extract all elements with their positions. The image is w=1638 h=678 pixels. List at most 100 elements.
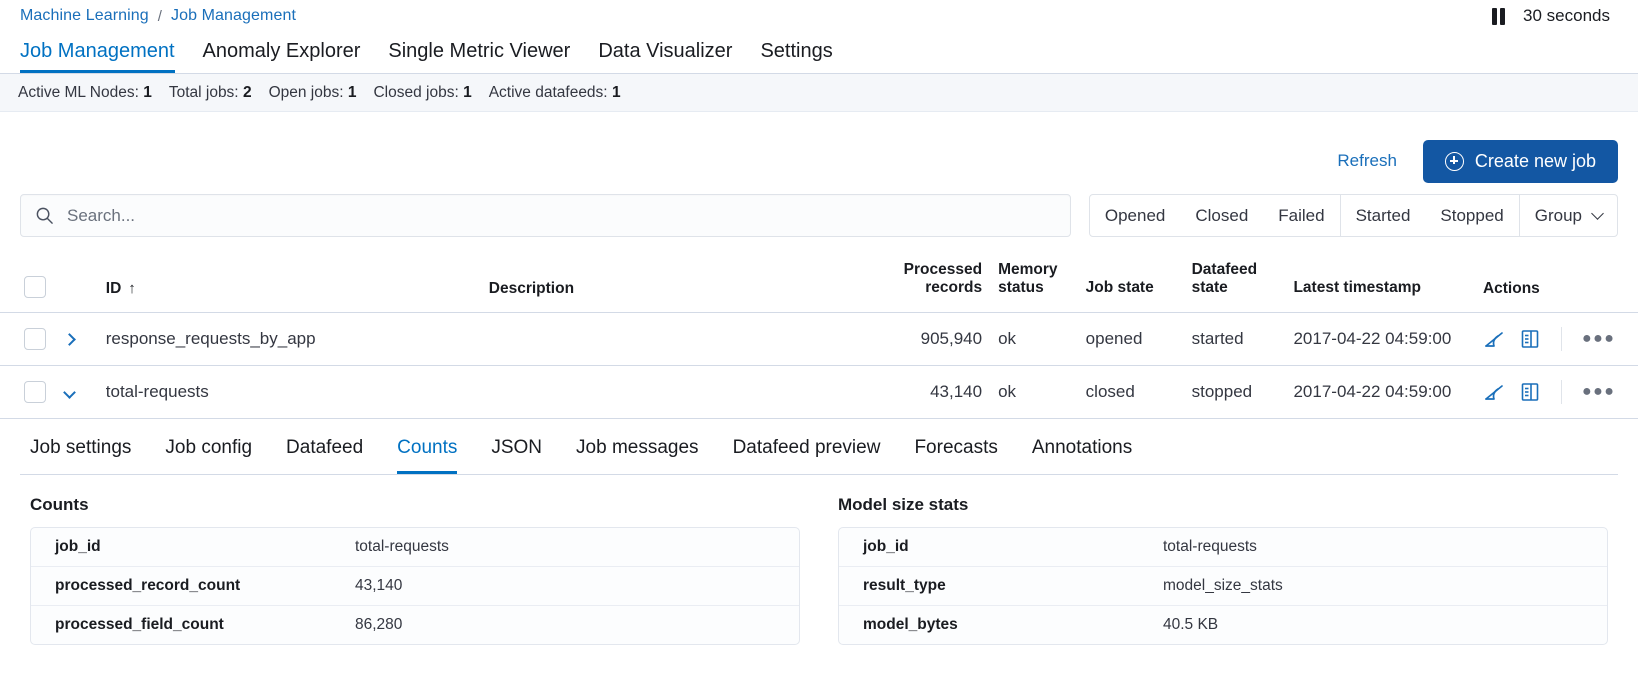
sort-ascending-icon: ↑: [128, 281, 136, 296]
subtab-job-settings[interactable]: Job settings: [30, 437, 131, 474]
filter-stopped[interactable]: Stopped: [1425, 195, 1518, 236]
table-view-icon[interactable]: [1519, 328, 1541, 350]
plus-circle-icon: [1445, 152, 1464, 171]
stat-value: 1: [348, 84, 357, 101]
counts-value: total-requests: [355, 538, 449, 556]
row-job-state: opened: [1078, 312, 1184, 365]
model-size-value: total-requests: [1163, 538, 1257, 556]
actions-divider: [1561, 380, 1562, 404]
header-job-state[interactable]: Job state: [1078, 251, 1184, 312]
counts-table: job_id total-requests processed_record_c…: [30, 527, 800, 645]
filter-failed[interactable]: Failed: [1263, 195, 1339, 236]
row-processed-records: 905,940: [868, 312, 990, 365]
row-expand-cell: [57, 365, 98, 418]
subtab-json[interactable]: JSON: [491, 437, 542, 474]
refresh-button[interactable]: Refresh: [1337, 151, 1397, 171]
breadcrumb: Machine Learning / Job Management 30 sec…: [0, 2, 1638, 30]
table-row[interactable]: total-requests 43,140 ok closed stopped …: [0, 365, 1638, 418]
stat-label: Active datafeeds:: [489, 84, 608, 101]
header-id[interactable]: ID ↑: [98, 251, 481, 312]
header-processed-records[interactable]: Processed records: [868, 251, 990, 312]
stat-label: Open jobs:: [269, 84, 344, 101]
subtab-forecasts[interactable]: Forecasts: [914, 437, 997, 474]
row-id: response_requests_by_app: [98, 312, 481, 365]
job-detail-subtabs: Job settings Job config Datafeed Counts …: [20, 419, 1618, 475]
counts-key: processed_record_count: [55, 577, 355, 595]
row-job-state: closed: [1078, 365, 1184, 418]
select-all-checkbox[interactable]: [24, 276, 46, 298]
subtab-counts[interactable]: Counts: [397, 437, 457, 474]
model-size-key: model_bytes: [863, 616, 1163, 634]
tab-anomaly-explorer[interactable]: Anomaly Explorer: [203, 40, 361, 73]
stat-label: Closed jobs:: [373, 84, 458, 101]
header-latest-timestamp-label: Latest timestamp: [1293, 279, 1466, 297]
model-size-stats-table: job_id total-requests result_type model_…: [838, 527, 1608, 645]
more-actions-icon[interactable]: ●●●: [1582, 331, 1616, 347]
jobs-table: ID ↑ Description Processed records Memory…: [0, 251, 1638, 419]
stat-value: 1: [143, 84, 152, 101]
jobs-table-head: ID ↑ Description Processed records Memory…: [0, 251, 1638, 312]
create-new-job-button[interactable]: Create new job: [1423, 140, 1618, 183]
search-icon: [35, 206, 54, 225]
list-item: model_bytes 40.5 KB: [839, 606, 1607, 644]
header-id-label: ID: [106, 280, 122, 297]
row-datafeed-state: started: [1184, 312, 1286, 365]
refresh-interval-label[interactable]: 30 seconds: [1523, 6, 1610, 26]
tab-single-metric-viewer[interactable]: Single Metric Viewer: [388, 40, 570, 73]
pause-icon[interactable]: [1492, 8, 1505, 25]
tab-settings[interactable]: Settings: [760, 40, 832, 73]
chart-line-icon[interactable]: [1483, 328, 1505, 350]
subtab-annotations[interactable]: Annotations: [1032, 437, 1132, 474]
filter-opened[interactable]: Opened: [1090, 195, 1181, 236]
row-select-cell: [0, 365, 57, 418]
model-size-value: model_size_stats: [1163, 577, 1283, 595]
filter-closed[interactable]: Closed: [1180, 195, 1263, 236]
header-latest-timestamp[interactable]: Latest timestamp: [1285, 251, 1474, 312]
table-view-icon[interactable]: [1519, 381, 1541, 403]
table-row[interactable]: response_requests_by_app 905,940 ok open…: [0, 312, 1638, 365]
list-item: result_type model_size_stats: [839, 567, 1607, 606]
header-expand: [57, 251, 98, 312]
filter-group-dropdown[interactable]: Group: [1520, 195, 1617, 236]
chevron-down-icon[interactable]: [63, 386, 76, 399]
header-description[interactable]: Description: [481, 251, 868, 312]
list-item: job_id total-requests: [839, 528, 1607, 567]
counts-panel: Counts job_id total-requests processed_r…: [30, 489, 800, 645]
header-memory-status[interactable]: Memory status: [990, 251, 1078, 312]
header-datafeed-state[interactable]: Datafeed state: [1184, 251, 1286, 312]
refresh-control[interactable]: 30 seconds: [1492, 6, 1618, 26]
header-job-state-label: Job state: [1086, 279, 1176, 297]
model-size-key: job_id: [863, 538, 1163, 556]
search-input[interactable]: Search...: [20, 194, 1071, 237]
chevron-right-icon[interactable]: [63, 333, 76, 346]
row-checkbox[interactable]: [24, 328, 46, 350]
row-select-cell: [0, 312, 57, 365]
chart-line-icon[interactable]: [1483, 381, 1505, 403]
job-detail-panel: Job settings Job config Datafeed Counts …: [0, 419, 1638, 645]
row-checkbox[interactable]: [24, 381, 46, 403]
tab-job-management[interactable]: Job Management: [20, 40, 175, 73]
row-description: [481, 312, 868, 365]
row-processed-records: 43,140: [868, 365, 990, 418]
subtab-job-messages[interactable]: Job messages: [576, 437, 699, 474]
row-expand-cell: [57, 312, 98, 365]
row-latest-timestamp: 2017-04-22 04:59:00: [1285, 312, 1474, 365]
search-placeholder: Search...: [67, 206, 135, 226]
stat-open-jobs: Open jobs: 1: [269, 84, 357, 102]
counts-value: 86,280: [355, 616, 402, 634]
breadcrumb-separator: /: [158, 8, 162, 25]
job-management-page: Machine Learning / Job Management 30 sec…: [0, 2, 1638, 678]
header-memory-status-label: Memory status: [998, 261, 1070, 298]
breadcrumb-item-machine-learning[interactable]: Machine Learning: [20, 7, 149, 25]
breadcrumb-item-job-management[interactable]: Job Management: [171, 7, 296, 25]
subtab-datafeed-preview[interactable]: Datafeed preview: [733, 437, 881, 474]
stat-value: 1: [612, 84, 621, 101]
tab-data-visualizer[interactable]: Data Visualizer: [598, 40, 732, 73]
filter-started[interactable]: Started: [1341, 195, 1426, 236]
subtab-datafeed[interactable]: Datafeed: [286, 437, 363, 474]
search-and-filters: Search... Opened Closed Failed Started S…: [0, 186, 1638, 237]
subtab-job-config[interactable]: Job config: [165, 437, 252, 474]
more-actions-icon[interactable]: ●●●: [1582, 384, 1616, 400]
actions-divider: [1561, 327, 1562, 351]
counts-panel-title: Counts: [30, 495, 800, 515]
